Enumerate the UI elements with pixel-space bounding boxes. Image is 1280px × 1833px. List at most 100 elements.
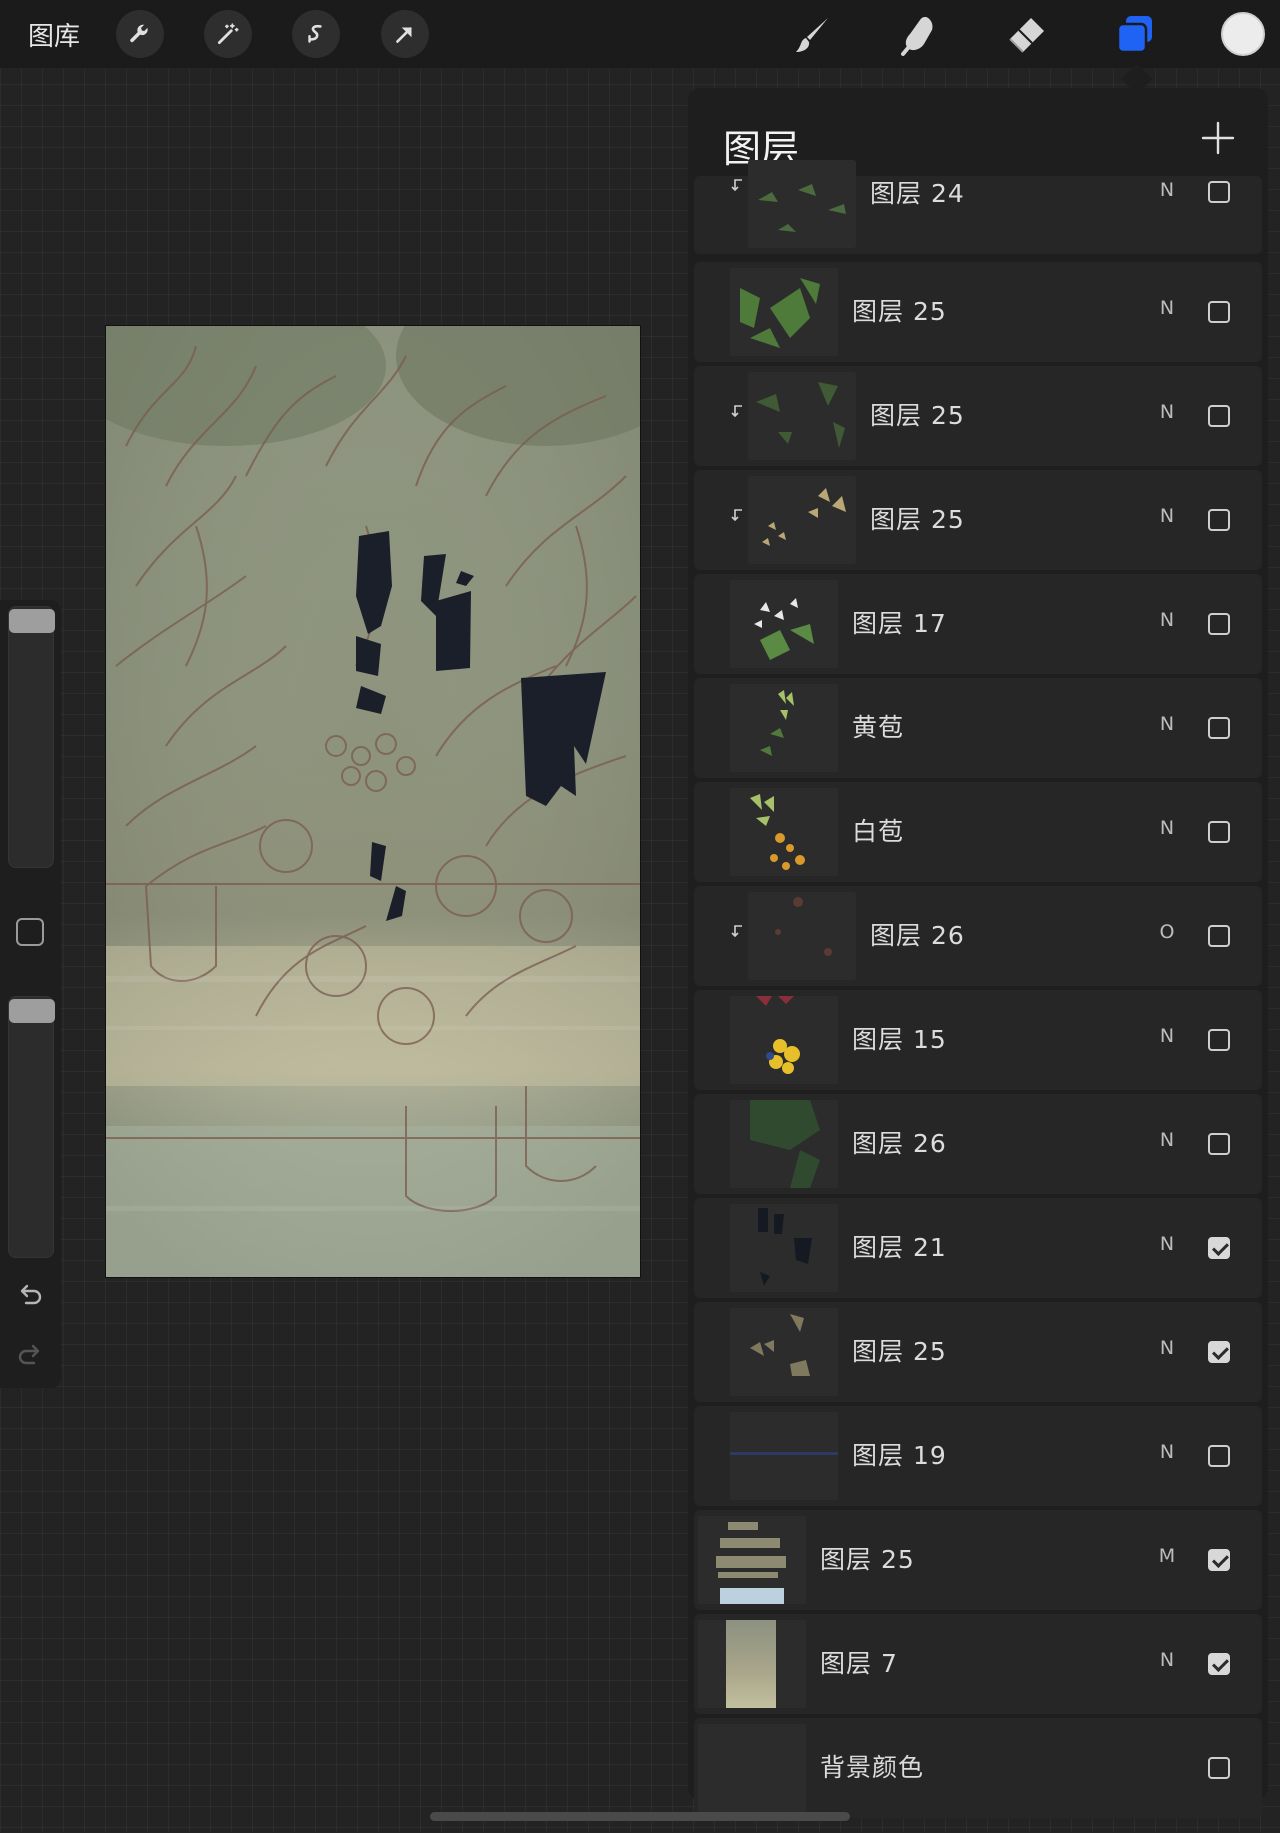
visibility-checkbox[interactable] <box>1208 1029 1230 1051</box>
color-picker-swatch[interactable] <box>1221 12 1265 56</box>
blend-mode[interactable]: O <box>1156 921 1178 943</box>
blend-mode[interactable]: N <box>1156 401 1178 423</box>
layer-name: 黄苞 <box>852 713 905 742</box>
layer-row[interactable]: 白苞 N <box>694 782 1262 882</box>
layer-name: 图层 25 <box>852 297 947 326</box>
visibility-checkbox[interactable] <box>1208 1549 1230 1571</box>
blend-mode[interactable]: N <box>1156 297 1178 319</box>
layer-name: 图层 26 <box>852 1129 947 1158</box>
layer-name: 背景颜色 <box>820 1753 925 1782</box>
drawing-canvas[interactable] <box>105 325 641 1278</box>
layer-row[interactable]: 图层 24 N <box>694 160 1262 254</box>
gallery-button[interactable]: 图库 <box>28 16 80 53</box>
blend-mode[interactable]: N <box>1156 1337 1178 1359</box>
layer-thumbnail <box>730 1412 838 1500</box>
blend-mode[interactable]: N <box>1156 505 1178 527</box>
layer-row[interactable]: 背景颜色 <box>694 1718 1262 1818</box>
visibility-checkbox[interactable] <box>1208 1653 1230 1675</box>
opacity-thumb[interactable] <box>9 999 55 1023</box>
selection-icon[interactable] <box>292 10 340 58</box>
home-indicator[interactable] <box>430 1812 850 1821</box>
layer-row[interactable]: 图层 26 O <box>694 886 1262 986</box>
visibility-checkbox[interactable] <box>1208 1445 1230 1467</box>
layer-row[interactable]: 图层 7 N <box>694 1614 1262 1714</box>
visibility-checkbox[interactable] <box>1208 1341 1230 1363</box>
modify-button-icon[interactable] <box>16 918 44 946</box>
visibility-checkbox[interactable] <box>1208 925 1230 947</box>
visibility-checkbox[interactable] <box>1208 717 1230 739</box>
layer-row[interactable]: 图层 19 N <box>694 1406 1262 1506</box>
blend-mode[interactable]: M <box>1156 1545 1178 1567</box>
layer-name: 图层 15 <box>852 1025 947 1054</box>
wrench-icon[interactable] <box>116 10 164 58</box>
blend-mode[interactable]: N <box>1156 1129 1178 1151</box>
layer-row[interactable]: 图层 25 N <box>694 470 1262 570</box>
clipping-mask-icon <box>731 179 742 192</box>
layer-thumbnail <box>730 788 838 876</box>
plus-icon[interactable] <box>1198 118 1238 158</box>
blend-mode[interactable]: N <box>1156 713 1178 735</box>
clipping-mask-icon <box>731 405 742 418</box>
clipping-mask-icon <box>731 509 742 522</box>
visibility-checkbox[interactable] <box>1208 613 1230 635</box>
visibility-checkbox[interactable] <box>1208 181 1230 203</box>
layer-thumbnail <box>730 684 838 772</box>
layer-name: 图层 7 <box>820 1649 898 1678</box>
blend-mode[interactable]: N <box>1156 1233 1178 1255</box>
smudge-icon[interactable] <box>896 12 942 58</box>
opacity-slider[interactable] <box>8 996 55 1258</box>
layer-row[interactable]: 图层 25 N <box>694 1302 1262 1402</box>
brush-size-thumb[interactable] <box>9 609 55 633</box>
layers-icon[interactable] <box>1112 12 1158 58</box>
visibility-checkbox[interactable] <box>1208 1133 1230 1155</box>
layer-name: 图层 26 <box>870 921 965 950</box>
eraser-icon[interactable] <box>1003 12 1049 58</box>
layer-row[interactable]: 图层 25 M <box>694 1510 1262 1610</box>
layer-row[interactable]: 图层 25 N <box>694 366 1262 466</box>
layer-name: 图层 25 <box>852 1337 947 1366</box>
visibility-checkbox[interactable] <box>1208 405 1230 427</box>
layer-row[interactable]: 图层 17 N <box>694 574 1262 674</box>
layer-name: 图层 17 <box>852 609 947 638</box>
layer-name: 白苞 <box>852 817 905 846</box>
layer-thumbnail <box>698 1620 806 1708</box>
blend-mode[interactable]: N <box>1156 1025 1178 1047</box>
layer-row[interactable]: 图层 25 N <box>694 262 1262 362</box>
layer-row[interactable]: 图层 15 N <box>694 990 1262 1090</box>
visibility-checkbox[interactable] <box>1208 821 1230 843</box>
layer-thumbnail <box>730 1100 838 1188</box>
layers-panel: 图层 图层 24 N 图层 25 N 图层 25 N 图层 25 N 图层 17… <box>688 88 1268 1818</box>
layer-thumbnail <box>698 1724 806 1812</box>
brush-icon[interactable] <box>790 12 836 58</box>
blend-mode[interactable]: N <box>1156 179 1178 201</box>
blend-mode[interactable]: N <box>1156 1441 1178 1463</box>
blend-mode[interactable]: N <box>1156 609 1178 631</box>
left-sidebar <box>0 600 61 1388</box>
layer-thumbnail <box>698 1516 806 1604</box>
layer-name: 图层 24 <box>870 179 965 208</box>
transform-arrow-icon[interactable] <box>381 10 429 58</box>
layer-row[interactable]: 图层 21 N <box>694 1198 1262 1298</box>
layer-row[interactable]: 黄苞 N <box>694 678 1262 778</box>
redo-icon[interactable] <box>14 1340 46 1372</box>
layer-thumbnail <box>730 580 838 668</box>
layer-name: 图层 21 <box>852 1233 947 1262</box>
layer-thumbnail <box>730 1308 838 1396</box>
visibility-checkbox[interactable] <box>1208 1237 1230 1259</box>
visibility-checkbox[interactable] <box>1208 509 1230 531</box>
layer-thumbnail <box>748 372 856 460</box>
layer-row[interactable]: 图层 26 N <box>694 1094 1262 1194</box>
artwork-illustration <box>106 326 640 1277</box>
layer-name: 图层 25 <box>820 1545 915 1574</box>
blend-mode[interactable]: N <box>1156 1649 1178 1671</box>
layer-thumbnail <box>748 160 856 248</box>
magic-wand-icon[interactable] <box>204 10 252 58</box>
layer-thumbnail <box>730 1204 838 1292</box>
visibility-checkbox[interactable] <box>1208 1757 1230 1779</box>
layer-name: 图层 25 <box>870 505 965 534</box>
top-toolbar: 图库 <box>0 0 1280 68</box>
blend-mode[interactable]: N <box>1156 817 1178 839</box>
visibility-checkbox[interactable] <box>1208 301 1230 323</box>
undo-icon[interactable] <box>14 1280 46 1312</box>
brush-size-slider[interactable] <box>8 606 55 868</box>
